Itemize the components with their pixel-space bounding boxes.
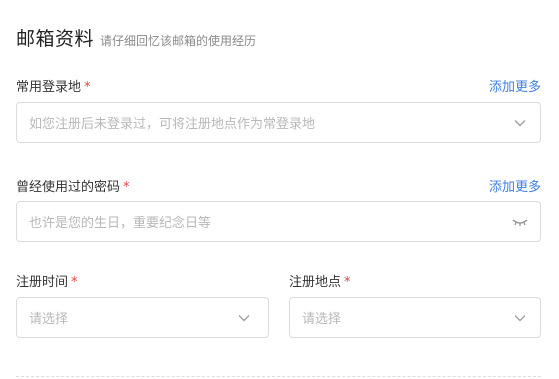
required-mark: * [123,180,130,195]
eye-closed-icon[interactable] [512,214,528,230]
register-place-label: 注册地点 * [289,271,351,290]
login-location-add-more-link[interactable]: 添加更多 [489,76,541,95]
password-label: 曾经使用过的密码 * [16,176,130,195]
section-divider [16,376,541,377]
chevron-down-icon [512,115,528,131]
login-location-select[interactable]: 如您注册后未登录过，可将注册地点作为常登录地 [16,102,541,143]
login-location-placeholder: 如您注册后未登录过，可将注册地点作为常登录地 [29,117,316,132]
chevron-down-icon [512,310,528,326]
register-place-label-text: 注册地点 [289,275,342,290]
password-label-text: 曾经使用过的密码 [16,180,121,195]
chevron-down-icon [236,310,252,326]
required-mark: * [344,275,351,290]
register-place-placeholder: 请选择 [302,312,342,327]
register-time-label-text: 注册时间 [16,275,69,290]
register-time-label: 注册时间 * [16,271,78,290]
login-location-label: 常用登录地 * [16,76,91,95]
section-subtitle: 请仔细回忆该邮箱的使用经历 [100,34,257,48]
register-time-placeholder: 请选择 [29,312,69,327]
password-input[interactable]: 也许是您的生日，重要纪念日等 [16,201,541,242]
section-title: 邮箱资料 [16,28,95,50]
section-header: 邮箱资料 请仔细回忆该邮箱的使用经历 [16,24,256,51]
required-mark: * [84,80,91,95]
login-location-label-text: 常用登录地 [16,80,82,95]
required-mark: * [71,275,78,290]
register-time-select[interactable]: 请选择 [16,297,269,338]
password-add-more-link[interactable]: 添加更多 [489,176,541,195]
password-placeholder: 也许是您的生日，重要纪念日等 [29,216,212,231]
register-place-select[interactable]: 请选择 [289,297,541,338]
